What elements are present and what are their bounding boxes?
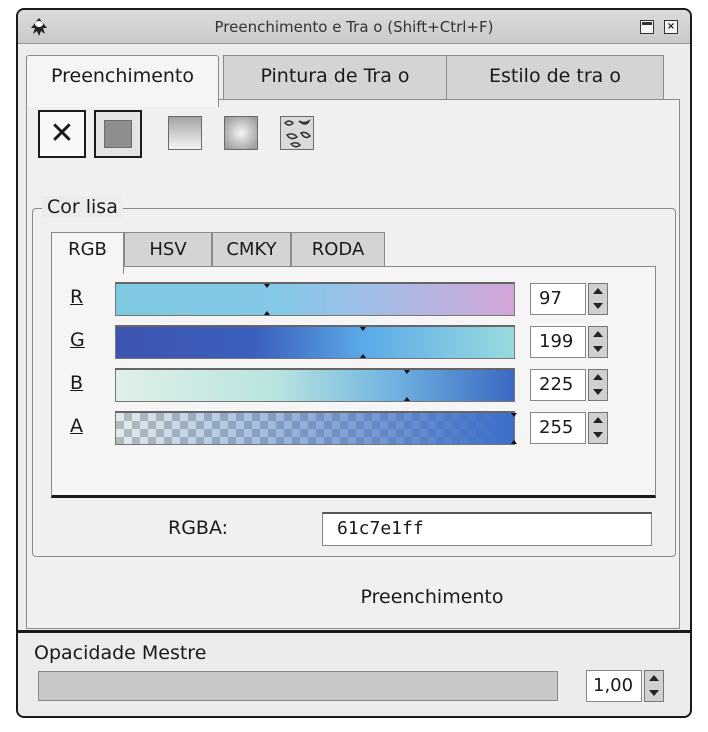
channel-label-g: G xyxy=(70,329,85,351)
spinbox-g[interactable]: 199 xyxy=(530,326,608,358)
slider-marker-top xyxy=(264,284,271,288)
value-a[interactable]: 255 xyxy=(530,412,586,444)
linear-gradient-button[interactable] xyxy=(162,110,210,158)
slider-a[interactable] xyxy=(115,411,517,445)
maximize-button[interactable] xyxy=(640,20,654,34)
separator xyxy=(18,630,690,633)
slider-marker-top xyxy=(403,370,410,374)
slider-marker-bottom xyxy=(264,311,271,315)
tab-wheel[interactable]: RODA xyxy=(291,232,385,268)
arrow-down-icon[interactable] xyxy=(591,386,605,399)
spin-arrows[interactable] xyxy=(588,369,608,401)
spin-arrows[interactable] xyxy=(644,670,664,702)
no-paint-button[interactable]: ✕ xyxy=(38,110,86,158)
master-opacity-label: Opacidade Mestre xyxy=(34,642,207,664)
slider-marker-top xyxy=(359,327,366,331)
arrow-up-icon[interactable] xyxy=(591,285,605,298)
spinbox-a[interactable]: 255 xyxy=(530,412,608,444)
tab-fill[interactable]: Preenchimento xyxy=(26,55,219,107)
flat-color-button[interactable] xyxy=(94,110,142,158)
spin-arrows[interactable] xyxy=(588,412,608,444)
slider-marker-top xyxy=(511,413,517,417)
tab-stroke-paint[interactable]: Pintura de Tra o xyxy=(223,55,447,100)
tab-stroke-style[interactable]: Estilo de tra o xyxy=(446,55,664,100)
channel-label-r: R xyxy=(70,286,84,308)
pattern-button[interactable] xyxy=(274,110,322,158)
spin-arrows[interactable] xyxy=(588,283,608,315)
radial-gradient-button[interactable] xyxy=(218,110,266,158)
arrow-up-icon[interactable] xyxy=(591,328,605,341)
radial-gradient-icon xyxy=(224,116,258,150)
value-b[interactable]: 225 xyxy=(530,369,586,401)
pattern-icon xyxy=(280,116,314,150)
value-r[interactable]: 97 xyxy=(530,283,586,315)
tab-hsv[interactable]: HSV xyxy=(124,232,212,268)
arrow-up-icon[interactable] xyxy=(591,371,605,384)
slider-b[interactable] xyxy=(115,368,515,402)
spinbox-r[interactable]: 97 xyxy=(530,283,608,315)
flat-color-icon xyxy=(104,120,132,148)
master-opacity-value[interactable]: 1,00 xyxy=(586,670,642,702)
arrow-down-icon[interactable] xyxy=(647,687,661,700)
slider-marker-bottom xyxy=(403,397,410,401)
tab-cmky[interactable]: CMKY xyxy=(212,232,291,268)
flat-color-legend: Cor lisa xyxy=(42,196,123,218)
slider-marker-bottom xyxy=(359,354,366,358)
tab-rgb[interactable]: RGB xyxy=(51,232,124,274)
channel-label-b: B xyxy=(70,372,84,394)
arrow-down-icon[interactable] xyxy=(591,343,605,356)
slider-marker-bottom xyxy=(511,440,517,444)
master-opacity-slider[interactable] xyxy=(38,671,558,701)
channel-label-a: A xyxy=(70,415,83,437)
slider-g[interactable] xyxy=(115,325,515,359)
window-title: Preenchimento e Tra o (Shift+Ctrl+F) xyxy=(214,18,494,36)
slider-r[interactable] xyxy=(115,282,515,316)
spinbox-b[interactable]: 225 xyxy=(530,369,608,401)
pattern-swatch-icon xyxy=(283,119,312,148)
arrow-down-icon[interactable] xyxy=(591,429,605,442)
close-button[interactable]: × xyxy=(664,20,678,34)
fill-stroke-dialog: Preenchimento e Tra o (Shift+Ctrl+F) × P… xyxy=(16,8,692,718)
rgba-label: RGBA: xyxy=(168,517,229,539)
arrow-down-icon[interactable] xyxy=(591,300,605,313)
arrow-up-icon[interactable] xyxy=(647,672,661,685)
value-g[interactable]: 199 xyxy=(530,326,586,358)
title-bar[interactable]: Preenchimento e Tra o (Shift+Ctrl+F) × xyxy=(18,10,690,44)
linear-gradient-icon xyxy=(168,116,202,150)
spin-arrows[interactable] xyxy=(588,326,608,358)
master-opacity-spinbox[interactable]: 1,00 xyxy=(586,670,664,702)
arrow-up-icon[interactable] xyxy=(591,414,605,427)
rgba-input[interactable]: 61c7e1ff xyxy=(322,512,652,546)
paint-mode-caption: Preenchimento xyxy=(360,586,504,608)
